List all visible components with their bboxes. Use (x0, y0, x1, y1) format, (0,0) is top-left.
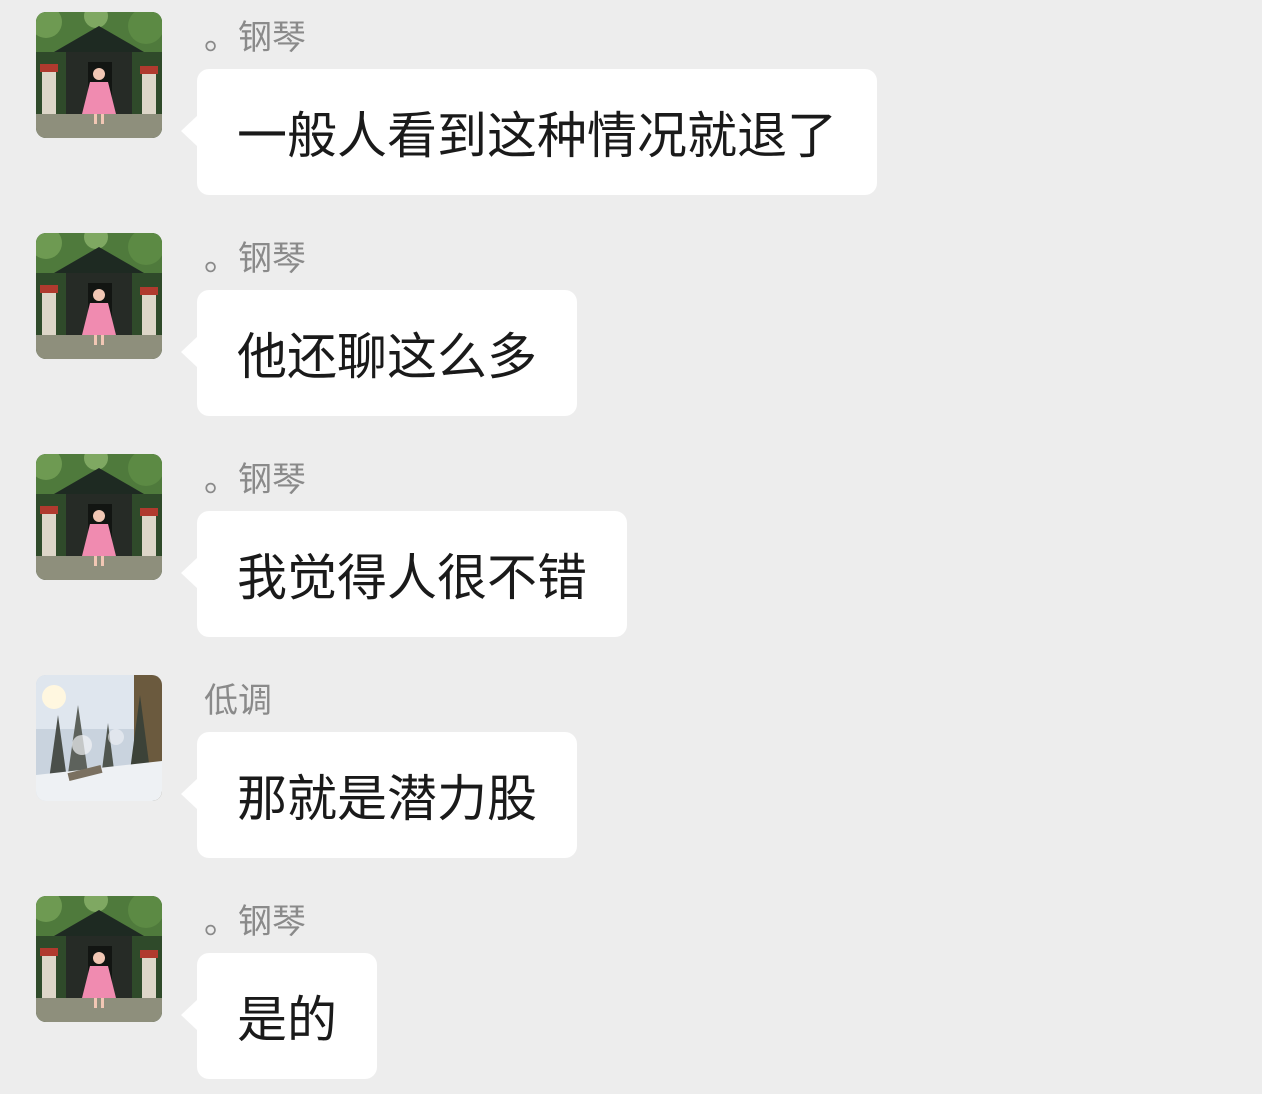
message-bubble[interactable]: 一般人看到这种情况就退了 (181, 69, 877, 195)
message-bubble[interactable]: 是的 (181, 953, 377, 1079)
sender-name: 低调 (204, 681, 272, 721)
sender-name: 。钢琴 (204, 460, 306, 500)
message-text: 我觉得人很不错 (237, 549, 587, 607)
chat-message: 。钢琴是的 (0, 884, 1262, 1094)
message-text: 他还聊这么多 (237, 328, 537, 386)
bubble-tail (181, 557, 198, 589)
message-bubble[interactable]: 那就是潜力股 (181, 732, 577, 858)
chat-message: 。钢琴他还聊这么多 (0, 221, 1262, 431)
chat-message: 低调那就是潜力股 (0, 663, 1262, 873)
message-text: 是的 (237, 991, 337, 1049)
sender-name: 。钢琴 (204, 239, 306, 279)
bubble-tail (181, 115, 198, 147)
sender-avatar[interactable] (36, 896, 162, 1022)
message-text: 一般人看到这种情况就退了 (237, 107, 837, 165)
sender-avatar[interactable] (36, 233, 162, 359)
bubble-tail (181, 778, 198, 810)
bubble-tail (181, 999, 198, 1031)
sender-avatar[interactable] (36, 454, 162, 580)
message-bubble[interactable]: 我觉得人很不错 (181, 511, 627, 637)
sender-avatar[interactable] (36, 12, 162, 138)
message-text: 那就是潜力股 (237, 770, 537, 828)
chat-message: 。钢琴一般人看到这种情况就退了 (0, 0, 1262, 210)
sender-name: 。钢琴 (204, 902, 306, 942)
chat-message: 。钢琴我觉得人很不错 (0, 442, 1262, 652)
sender-avatar[interactable] (36, 675, 162, 801)
bubble-tail (181, 336, 198, 368)
sender-name: 。钢琴 (204, 18, 306, 58)
message-bubble[interactable]: 他还聊这么多 (181, 290, 577, 416)
